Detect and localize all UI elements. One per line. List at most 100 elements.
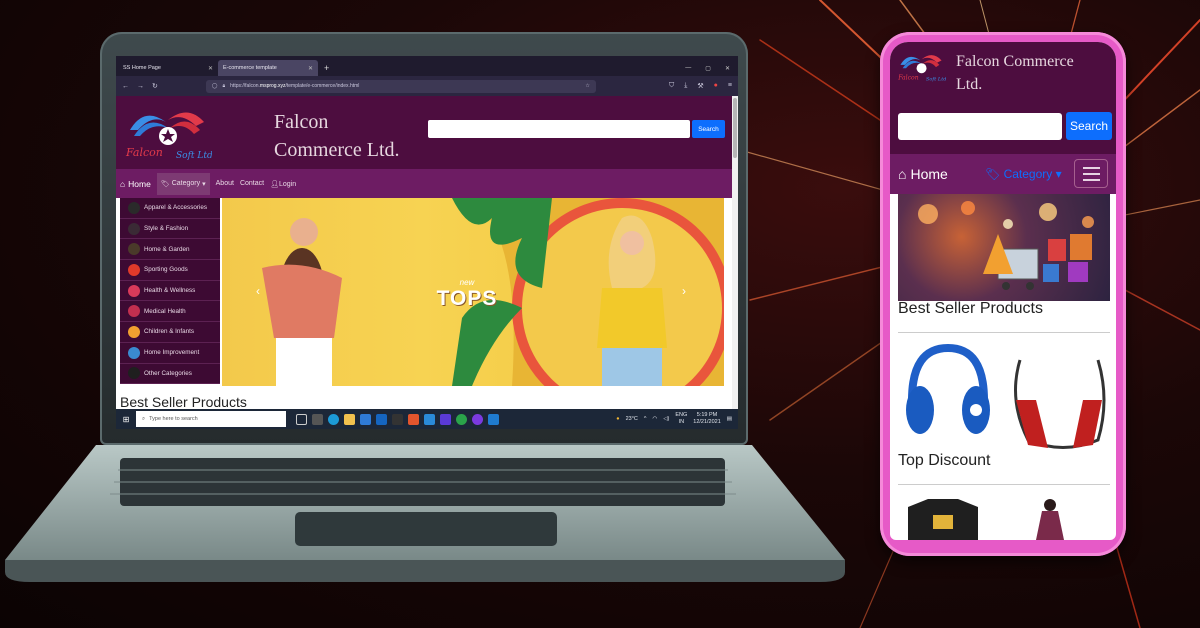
- tray-chevron-icon[interactable]: ^: [644, 416, 647, 422]
- vscode-icon[interactable]: [424, 413, 435, 425]
- svg-text:Soft Ltd: Soft Ltd: [926, 76, 946, 82]
- category-menu: Apparel & Accessories Style & Fashion Ho…: [120, 198, 220, 385]
- edge-icon[interactable]: [328, 413, 339, 425]
- mobile-search-input[interactable]: [898, 113, 1062, 140]
- notification-icon[interactable]: ▤: [727, 416, 732, 422]
- fashion-icon: [128, 222, 140, 235]
- browser-tab-label: SS Home Page: [123, 65, 161, 71]
- home-icon: ⌂: [120, 178, 126, 189]
- widgets-icon[interactable]: [312, 413, 323, 425]
- download-icon[interactable]: ⤓: [684, 82, 687, 90]
- woman-saree-image: [1044, 499, 1056, 511]
- mobile-nav-home[interactable]: ⌂ Home: [898, 166, 948, 182]
- divider: [898, 332, 1110, 333]
- hamburger-menu-button[interactable]: [1074, 159, 1108, 188]
- address-bar[interactable]: ◯ 🔒︎ https://falcon.msprog.xyz/template/…: [205, 79, 596, 93]
- falcon-logo: Falcon Soft Ltd: [122, 100, 213, 164]
- category-item[interactable]: Home & Garden: [120, 239, 220, 261]
- site-title: Falcon Commerce Ltd.: [274, 111, 400, 161]
- close-icon[interactable]: ✕: [308, 65, 313, 72]
- category-item[interactable]: Medical Health: [120, 301, 220, 323]
- scrollbar-thumb[interactable]: [733, 98, 737, 158]
- reload-icon[interactable]: ↻: [152, 82, 158, 90]
- mobile-site-nav: ⌂ Home 🏷︎ Category ▾: [890, 154, 1116, 194]
- user-icon: 👤︎: [270, 180, 279, 188]
- office-icon[interactable]: [408, 413, 419, 425]
- clock[interactable]: 5:19 PM 12/21/2021: [693, 412, 721, 426]
- nav-home[interactable]: ⌂ Home: [120, 179, 151, 189]
- lock-icon: 🔒︎: [222, 83, 226, 89]
- app-icon[interactable]: [488, 413, 499, 425]
- maximize-icon[interactable]: ▢: [705, 65, 711, 72]
- caret-down-icon: ▾: [1055, 167, 1062, 181]
- children-icon: [128, 325, 140, 338]
- weather-temp: 23°C: [625, 416, 638, 422]
- divider: [898, 484, 1110, 485]
- nav-about[interactable]: About: [216, 180, 234, 187]
- window-controls: — ▢ ✕: [685, 65, 738, 72]
- category-item[interactable]: Style & Fashion: [120, 219, 220, 240]
- category-item[interactable]: Home Improvement: [120, 343, 220, 364]
- browser-nav-bar: ← → ↻ ◯ 🔒︎ https://falcon.msprog.xyz/tem…: [116, 76, 738, 96]
- new-tab-icon[interactable]: +: [324, 63, 329, 73]
- weather-icon: ●: [616, 416, 620, 422]
- nav-login[interactable]: 👤︎Login: [270, 180, 296, 188]
- network-icon[interactable]: ◠: [652, 416, 657, 422]
- sports-ball-icon: [128, 263, 140, 276]
- hero-tops-text: TOPS: [436, 287, 498, 310]
- tag-icon: 🏷︎: [160, 180, 170, 188]
- language-indicator[interactable]: ENG IN: [675, 412, 687, 426]
- site-header: Falcon Soft Ltd Falcon Commerce Ltd. Sea…: [116, 96, 738, 169]
- hero-carousel: new TOPS ‹ ›: [222, 198, 724, 386]
- search-button[interactable]: Search: [692, 120, 725, 138]
- pocket-icon[interactable]: ⛉: [669, 82, 674, 90]
- url-text: https://falcon.msprog.xyz/template/e-com…: [230, 83, 360, 89]
- back-icon[interactable]: ←: [122, 83, 129, 90]
- extension-icon[interactable]: ●: [714, 82, 718, 90]
- close-window-icon[interactable]: ✕: [725, 65, 730, 72]
- category-item[interactable]: Sporting Goods: [120, 260, 220, 281]
- file-explorer-icon[interactable]: [344, 413, 355, 425]
- red-neckband-earphones-image: [1014, 359, 1106, 449]
- website-viewport: Falcon Soft Ltd Falcon Commerce Ltd. Sea…: [116, 96, 738, 409]
- category-item[interactable]: Children & Infants: [120, 322, 220, 343]
- tools-icon[interactable]: ⚒: [697, 82, 703, 90]
- taskbar-search-input[interactable]: ⌕ Type here to search: [136, 411, 286, 427]
- carousel-prev-icon[interactable]: ‹: [256, 284, 260, 298]
- taskbar-app-icons: [296, 413, 499, 425]
- bookmark-star-icon[interactable]: ☆: [585, 83, 589, 89]
- nav-contact[interactable]: Contact: [240, 180, 264, 187]
- windows-start-icon[interactable]: ⊞: [116, 415, 136, 424]
- carousel-next-icon[interactable]: ›: [682, 284, 686, 298]
- wellness-icon: [128, 284, 140, 297]
- medical-icon: [128, 305, 140, 318]
- category-item[interactable]: Apparel & Accessories: [120, 198, 220, 219]
- svg-text:Falcon: Falcon: [897, 74, 919, 81]
- category-item[interactable]: Other Categories: [120, 364, 220, 385]
- menu-icon[interactable]: ≡: [728, 82, 732, 90]
- forward-icon[interactable]: →: [137, 83, 144, 90]
- minimize-icon[interactable]: —: [685, 65, 691, 72]
- discount-products-row: [908, 499, 1064, 540]
- category-item[interactable]: Health & Wellness: [120, 281, 220, 302]
- browser-tab[interactable]: SS Home Page ✕: [118, 60, 218, 76]
- app-icon[interactable]: [440, 413, 451, 425]
- browser-tab-active[interactable]: E-commerce template ✕: [218, 60, 318, 76]
- close-icon[interactable]: ✕: [208, 65, 213, 72]
- nav-category-dropdown[interactable]: 🏷︎ Category ▾: [156, 172, 210, 195]
- search-input[interactable]: [428, 120, 690, 138]
- mail-icon[interactable]: [376, 413, 387, 425]
- mobile-site-title: Falcon Commerce Ltd.: [956, 53, 1074, 93]
- chrome-icon[interactable]: [456, 413, 467, 425]
- store-icon[interactable]: [360, 413, 371, 425]
- browser-toolbar-icons: ⛉ ⤓ ⚒ ● ≡: [669, 82, 732, 90]
- scrollbar[interactable]: [732, 96, 738, 409]
- photos-icon[interactable]: [392, 413, 403, 425]
- browser-tab-bar: SS Home Page ✕ E-commerce template ✕ + —…: [116, 56, 738, 76]
- mobile-search-button[interactable]: Search: [1066, 112, 1112, 140]
- firefox-icon[interactable]: [472, 413, 483, 425]
- home-icon: ⌂: [898, 166, 907, 182]
- mobile-nav-category[interactable]: 🏷︎ Category ▾: [985, 167, 1062, 181]
- task-view-icon[interactable]: [296, 413, 307, 425]
- volume-icon[interactable]: ◁): [663, 416, 669, 422]
